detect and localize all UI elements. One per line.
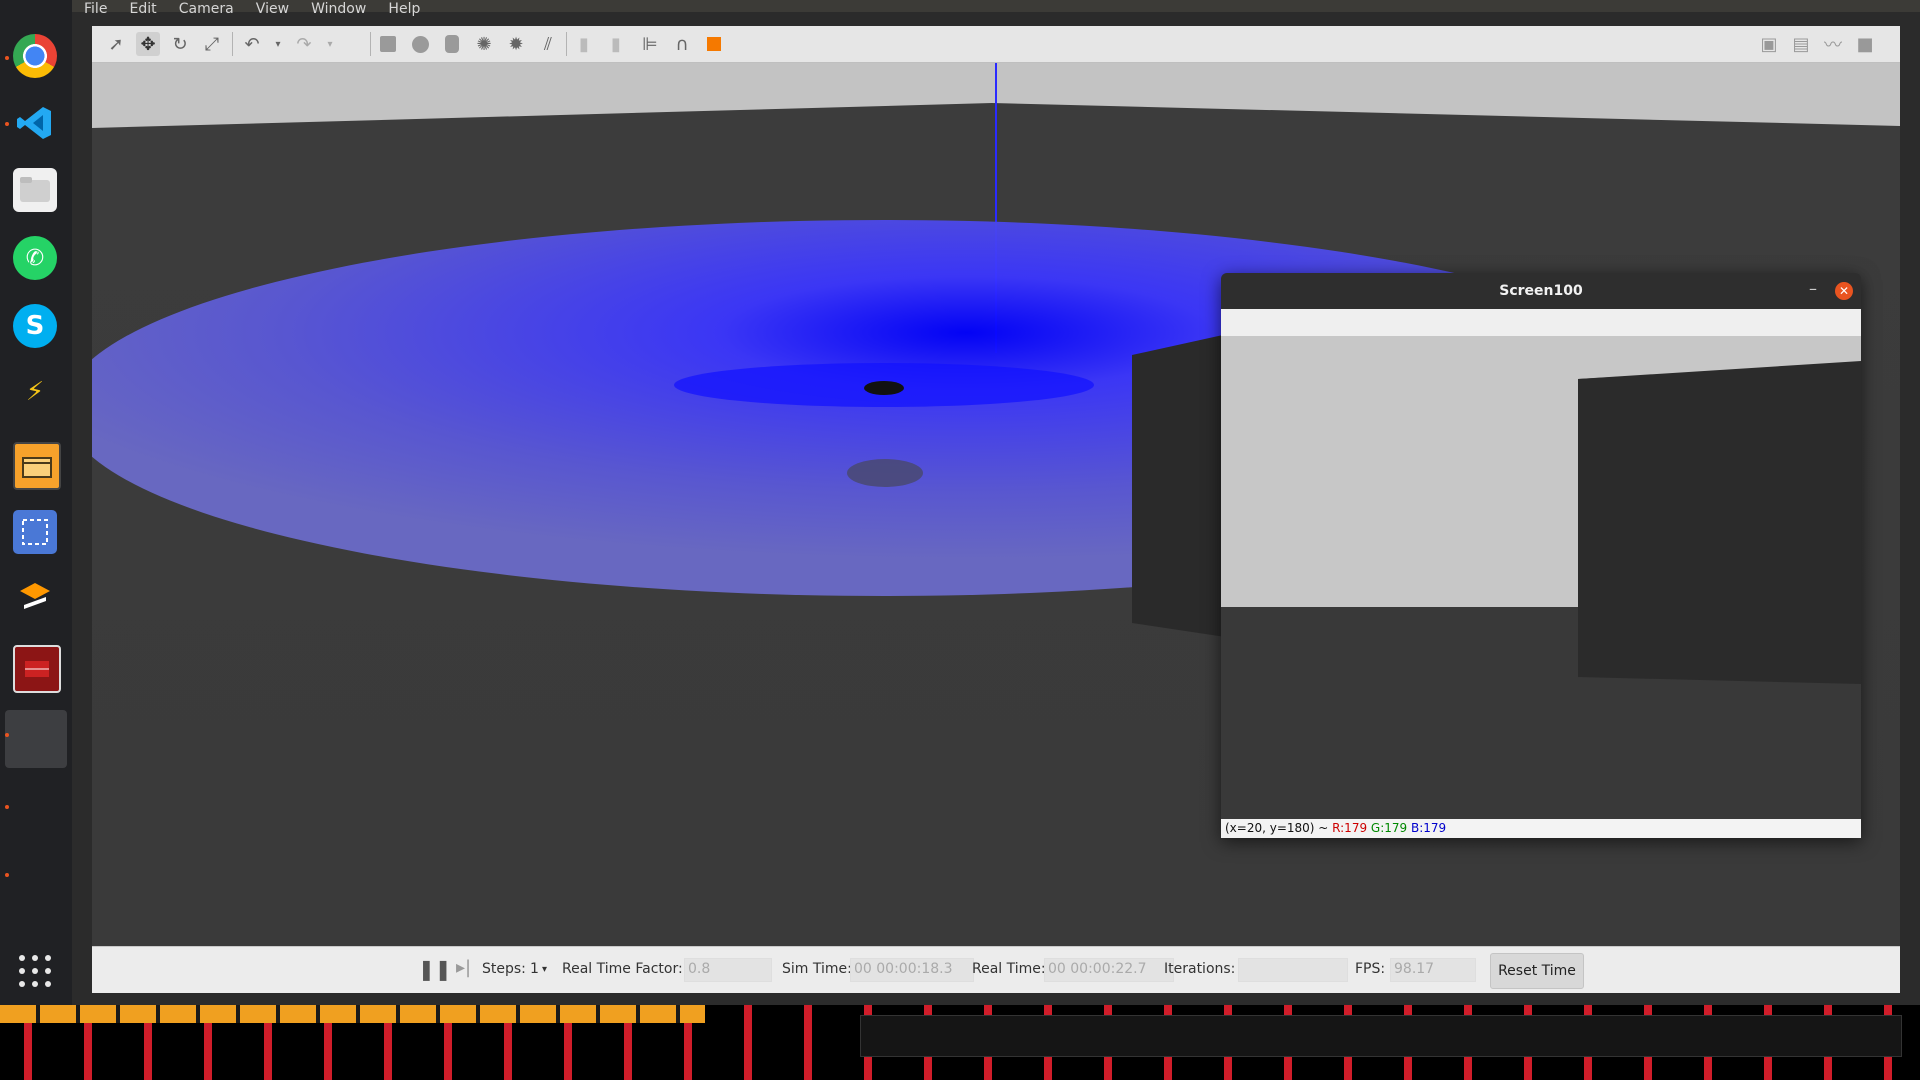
menu-file[interactable]: File [84,2,107,16]
window-title: Screen100 [1499,283,1583,299]
menu-camera[interactable]: Camera [179,2,234,16]
paste-icon[interactable]: ▮ [604,32,628,56]
scale-icon[interactable]: ⤢ [200,32,224,56]
log-icon[interactable]: ▤ [1789,32,1813,56]
point-light-icon[interactable]: ✺ [472,32,496,56]
box-icon[interactable] [376,32,400,56]
iterations-box [1238,958,1348,982]
iterations-label: Iterations: [1164,961,1236,977]
skype-icon[interactable]: S [13,304,57,348]
running-indicator [5,122,9,126]
orange-view-icon[interactable] [702,32,726,56]
main-toolbar: ➚ ✥ ↻ ⤢ ↶ ▾ ↷ ▾ ✺ ✹ ⫽ ▮ ▮ ⊫ ∩ ▣ ▤ 〰 ■ [92,26,1900,63]
dropdown-arrow-icon[interactable]: ▾ [266,32,290,56]
toolbar-separator [370,32,371,56]
vscode-icon[interactable] [13,101,57,145]
active-app-slot[interactable] [5,710,67,768]
rotate-icon[interactable]: ↻ [168,32,192,56]
select-arrow-icon[interactable]: ➚ [104,32,128,56]
running-indicator [5,56,9,60]
spot-light-icon[interactable]: ✹ [504,32,528,56]
toolbar-separator [566,32,567,56]
sphere-icon[interactable] [408,32,432,56]
files-icon[interactable] [13,168,57,212]
menu-window[interactable]: Window [311,2,366,16]
fps-label: FPS: [1355,961,1386,977]
snap-icon[interactable]: ∩ [670,32,694,56]
menu-view[interactable]: View [256,2,289,16]
running-indicator [5,873,9,877]
chrome-icon[interactable] [13,34,57,78]
calendar-app-icon[interactable] [13,442,61,490]
fps-value: 98.17 [1394,961,1435,977]
screen-artifact-strip [0,1005,1920,1080]
copy-icon[interactable]: ▮ [572,32,596,56]
directional-light-icon[interactable]: ⫽ [536,32,560,56]
video-record-icon[interactable]: ■ [1853,32,1877,56]
step-icon[interactable]: ▸| [456,957,471,978]
show-applications-icon[interactable] [19,955,51,987]
obstacle-box [1132,333,1232,638]
rtf-label: Real Time Factor: [562,961,683,977]
screenshot-icon[interactable]: ▣ [1757,32,1781,56]
real-time-label: Real Time: [972,961,1046,977]
time-panel: ❚❚ ▸| Steps: 1 ▾ Real Time Factor: 0.8 S… [92,946,1900,993]
image-top-band [1221,309,1861,336]
pause-icon[interactable]: ❚❚ [418,957,452,981]
sim-time-value: 00 00:00:18.3 [854,961,953,977]
undo-icon[interactable]: ↶ [240,32,264,56]
pixel-coords: (x=20, y=180) ~ [1225,821,1333,835]
stacked-app-icon[interactable] [13,576,57,620]
camera-image[interactable] [1221,309,1861,819]
toolbar-separator [232,32,233,56]
pixel-green: G:179 [1370,821,1408,835]
whatsapp-icon[interactable]: ✆ [13,236,57,280]
pixel-info-bar: (x=20, y=180) ~ R:179 G:179 B:179 [1221,819,1861,838]
close-icon[interactable]: ✕ [1835,282,1853,300]
steps-spinbox[interactable]: 1 [530,961,539,977]
steps-label: Steps: [482,961,526,977]
pixel-blue: B:179 [1411,821,1447,835]
chevron-down-icon[interactable]: ▾ [542,964,547,975]
dropdown-arrow-icon[interactable]: ▾ [318,32,342,56]
redo-icon[interactable]: ↷ [292,32,316,56]
app-dock: ✆ S ⚡ [0,0,72,1005]
pixel-red: R:179 [1332,821,1368,835]
screenshot-tool-icon[interactable] [13,510,57,554]
artifact-band [0,1005,705,1023]
sim-time-label: Sim Time: [782,961,852,977]
running-indicator [5,733,9,737]
reset-time-button[interactable]: Reset Time [1490,953,1584,989]
robot-shadow [847,459,923,487]
menu-help[interactable]: Help [388,2,420,16]
real-time-value: 00 00:00:22.7 [1048,961,1147,977]
running-indicator [5,805,9,809]
camera-obstacle [1578,361,1861,684]
cylinder-icon[interactable] [440,32,464,56]
minimize-icon[interactable]: – [1809,279,1817,298]
ripple-icon[interactable]: ⚡ [13,370,57,414]
menu-edit[interactable]: Edit [130,2,157,16]
artifact-panel [860,1015,1902,1057]
camera-view-window[interactable]: Screen100 – ✕ (x=20, y=180) ~ R:179 G:17… [1221,273,1861,838]
robot-body [864,381,904,395]
menu-bar: File Edit Camera View Window Help [72,0,1920,16]
terminal-app-icon[interactable] [13,645,61,693]
translate-icon[interactable]: ✥ [136,32,160,56]
align-icon[interactable]: ⊫ [638,32,662,56]
camera-render [1221,309,1861,819]
rtf-value: 0.8 [688,961,711,977]
plot-icon[interactable]: 〰 [1821,32,1845,56]
